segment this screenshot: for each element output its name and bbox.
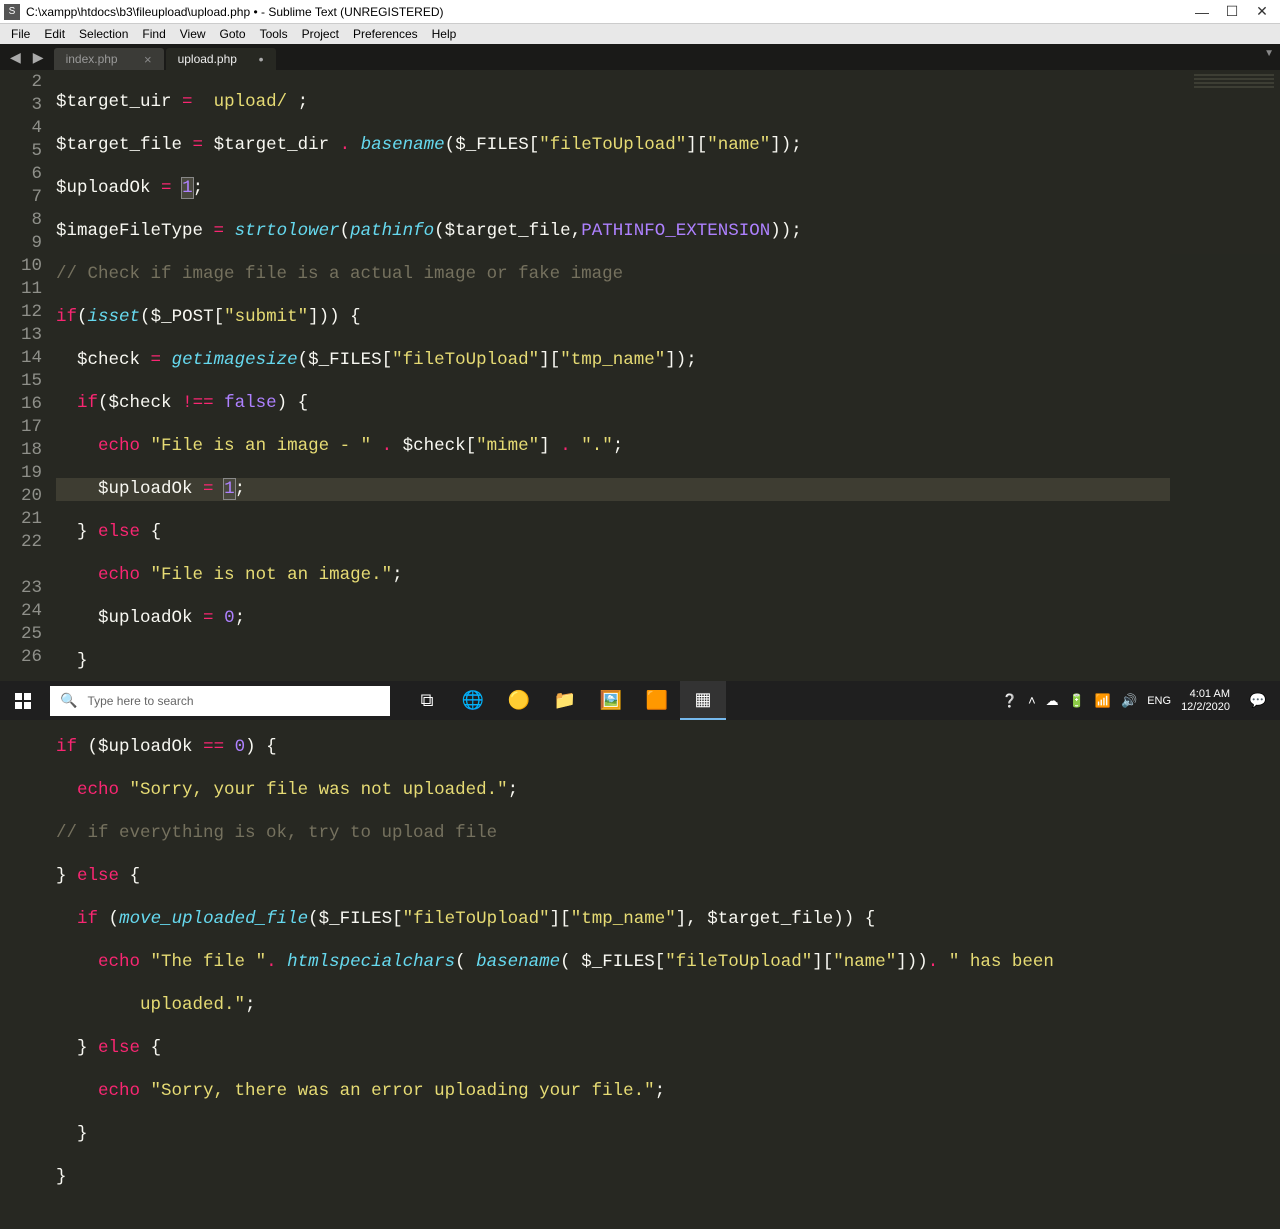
window-title: C:\xampp\htdocs\b3\fileupload\upload.php… bbox=[26, 5, 1196, 19]
line-gutter: 2345678910111213141516171819202122 23242… bbox=[0, 70, 56, 681]
taskbar-search[interactable]: 🔍 Type here to search bbox=[50, 686, 390, 716]
menu-project[interactable]: Project bbox=[295, 27, 346, 41]
tab-label: index.php bbox=[66, 52, 118, 66]
tab-dirty-icon: • bbox=[249, 52, 264, 66]
notifications-icon[interactable]: 💬 bbox=[1240, 692, 1276, 709]
start-button[interactable] bbox=[0, 681, 46, 720]
minimap[interactable] bbox=[1170, 70, 1280, 681]
menu-preferences[interactable]: Preferences bbox=[346, 27, 425, 41]
taskbar-clock[interactable]: 4:01 AM 12/2/2020 bbox=[1181, 688, 1230, 713]
nav-back-icon[interactable]: ◀ bbox=[10, 49, 21, 66]
close-button[interactable]: ✕ bbox=[1256, 6, 1268, 18]
chrome-icon[interactable]: 🟡 bbox=[496, 681, 542, 720]
system-tray: ❔ ˄ ☁ 🔋 📶 🔊 ENG 4:01 AM 12/2/2020 💬 bbox=[1002, 688, 1280, 713]
explorer-icon[interactable]: 📁 bbox=[542, 681, 588, 720]
nav-fwd-icon[interactable]: ▶ bbox=[33, 49, 44, 66]
menu-file[interactable]: File bbox=[4, 27, 37, 41]
photos-icon[interactable]: 🖼️ bbox=[588, 681, 634, 720]
help-icon[interactable]: ❔ bbox=[1002, 693, 1018, 709]
wifi-icon[interactable]: 📶 bbox=[1095, 693, 1111, 709]
window-titlebar: S C:\xampp\htdocs\b3\fileupload\upload.p… bbox=[0, 0, 1280, 24]
tab-upload[interactable]: upload.php • bbox=[166, 48, 276, 70]
menu-edit[interactable]: Edit bbox=[37, 27, 72, 41]
menu-find[interactable]: Find bbox=[135, 27, 172, 41]
menu-selection[interactable]: Selection bbox=[72, 27, 135, 41]
battery-icon[interactable]: 🔋 bbox=[1069, 693, 1085, 709]
keyboard-lang[interactable]: ENG bbox=[1147, 695, 1171, 707]
taskbar-pinned: ⧉ 🌐 🟡 📁 🖼️ 🟧 ▦ bbox=[404, 681, 726, 720]
menu-tools[interactable]: Tools bbox=[253, 27, 295, 41]
sublime-icon[interactable]: ▦ bbox=[680, 681, 726, 720]
volume-icon[interactable]: 🔊 bbox=[1121, 693, 1137, 709]
search-placeholder: Type here to search bbox=[87, 694, 193, 708]
onedrive-icon[interactable]: ☁ bbox=[1046, 693, 1059, 709]
menu-bar: File Edit Selection Find View Goto Tools… bbox=[0, 24, 1280, 44]
editor-area[interactable]: 2345678910111213141516171819202122 23242… bbox=[0, 70, 1280, 681]
windows-logo-icon bbox=[15, 693, 31, 709]
tab-label: upload.php bbox=[178, 52, 237, 66]
menu-view[interactable]: View bbox=[173, 27, 213, 41]
edge-icon[interactable]: 🌐 bbox=[450, 681, 496, 720]
menu-help[interactable]: Help bbox=[425, 27, 464, 41]
tab-index[interactable]: index.php × bbox=[54, 48, 164, 70]
tab-close-icon[interactable]: × bbox=[134, 52, 152, 67]
chevron-up-icon[interactable]: ˄ bbox=[1028, 693, 1036, 708]
task-view-icon[interactable]: ⧉ bbox=[404, 681, 450, 720]
app-icon: S bbox=[4, 4, 20, 20]
tab-strip: ◀ ▶ index.php × upload.php • ▼ bbox=[0, 44, 1280, 70]
windows-taskbar: 🔍 Type here to search ⧉ 🌐 🟡 📁 🖼️ 🟧 ▦ ❔ ˄… bbox=[0, 681, 1280, 720]
xampp-icon[interactable]: 🟧 bbox=[634, 681, 680, 720]
search-icon: 🔍 bbox=[60, 692, 77, 709]
maximize-button[interactable]: ☐ bbox=[1226, 6, 1238, 18]
menu-goto[interactable]: Goto bbox=[213, 27, 253, 41]
minimize-button[interactable]: — bbox=[1196, 6, 1208, 18]
tab-overflow-icon[interactable]: ▼ bbox=[1264, 48, 1274, 59]
code-content[interactable]: $target_uir = upload/ ; $target_file = $… bbox=[56, 70, 1170, 681]
